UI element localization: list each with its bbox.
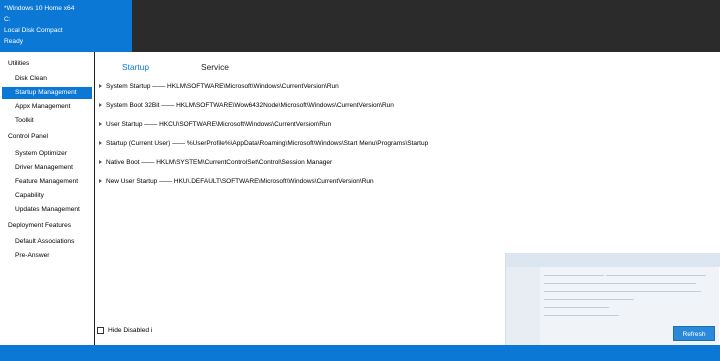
sidebar-item-appx-management[interactable]: Appx Management [2, 101, 92, 113]
entry-label: System Boot 32Bit —— HKLM\SOFTWARE\Wow64… [106, 102, 394, 109]
entry-label: Startup (Current User) —— %UserProfile%\… [106, 140, 429, 147]
expand-arrow-icon [99, 122, 102, 127]
sidebar-item-system-optimizer[interactable]: System Optimizer [2, 148, 92, 160]
hide-disabled-checkbox[interactable]: Hide Disabled i [97, 327, 152, 334]
preview-sidebar [506, 267, 540, 345]
entry-label: New User Startup —— HKU\.DEFAULT\SOFTWAR… [106, 178, 374, 185]
preview-line [544, 315, 619, 316]
os-label: *Windows 10 Home x64 [4, 5, 75, 12]
preview-line [606, 291, 701, 292]
sidebar-item-updates-management[interactable]: Updates Management [2, 204, 92, 216]
status-bar [0, 345, 720, 361]
expand-arrow-icon [99, 179, 102, 184]
preview-line [606, 283, 696, 284]
checkbox-box[interactable] [97, 327, 104, 334]
drive-label: C: [4, 16, 11, 23]
sidebar-item-default-associations[interactable]: Default Associations [2, 236, 92, 248]
sidebar-group-control-panel: Control Panel [8, 133, 48, 140]
header-info-panel: *Windows 10 Home x64 C: Local Disk Compa… [0, 0, 132, 52]
entry-label: Native Boot —— HKLM\SYSTEM\CurrentContro… [106, 159, 333, 166]
startup-entry-native-boot[interactable]: Native Boot —— HKLM\SYSTEM\CurrentContro… [99, 158, 332, 168]
entry-label: System Startup —— HKLM\SOFTWARE\Microsof… [106, 83, 339, 90]
sidebar: Utilities Disk Clean Startup Management … [0, 52, 95, 345]
refresh-button[interactable]: Refresh [673, 326, 715, 341]
compact-label: Local Disk Compact [4, 27, 63, 34]
sidebar-item-feature-management[interactable]: Feature Management [2, 176, 92, 188]
preview-line [544, 299, 634, 300]
expand-arrow-icon [99, 160, 102, 165]
startup-entry-user-startup[interactable]: User Startup —— HKCU\SOFTWARE\Microsoft\… [99, 120, 331, 130]
entry-label: User Startup —— HKCU\SOFTWARE\Microsoft\… [106, 121, 332, 128]
sidebar-item-toolkit[interactable]: Toolkit [2, 115, 92, 127]
status-label: Ready [4, 38, 24, 45]
sidebar-item-startup-management[interactable]: Startup Management [2, 87, 92, 99]
tab-startup[interactable]: Startup [122, 62, 149, 72]
sidebar-item-capability[interactable]: Capability [2, 190, 92, 202]
startup-entry-new-user-startup[interactable]: New User Startup —— HKU\.DEFAULT\SOFTWAR… [99, 177, 374, 187]
preview-line [544, 291, 614, 292]
sidebar-item-driver-management[interactable]: Driver Management [2, 162, 92, 174]
startup-entry-system-startup[interactable]: System Startup —— HKLM\SOFTWARE\Microsof… [99, 82, 339, 92]
startup-entry-system-boot-32bit[interactable]: System Boot 32Bit —— HKLM\SOFTWARE\Wow64… [99, 101, 394, 111]
sidebar-item-pre-answer[interactable]: Pre-Answer [2, 250, 92, 262]
expand-arrow-icon [99, 103, 102, 108]
preview-line [544, 275, 604, 276]
expand-arrow-icon [99, 141, 102, 146]
sidebar-group-utilities: Utilities [8, 60, 30, 67]
expand-arrow-icon [99, 84, 102, 89]
header-dark-area [132, 0, 720, 52]
startup-entry-startup-current-user[interactable]: Startup (Current User) —— %UserProfile%\… [99, 139, 428, 149]
sidebar-group-deployment-features: Deployment Features [8, 222, 72, 229]
tab-service[interactable]: Service [201, 62, 229, 72]
preview-line [606, 275, 706, 276]
sidebar-item-disk-clean[interactable]: Disk Clean [2, 73, 92, 85]
preview-line [544, 307, 609, 308]
preview-titlebar [506, 253, 720, 267]
hide-disabled-label: Hide Disabled i [108, 327, 153, 334]
